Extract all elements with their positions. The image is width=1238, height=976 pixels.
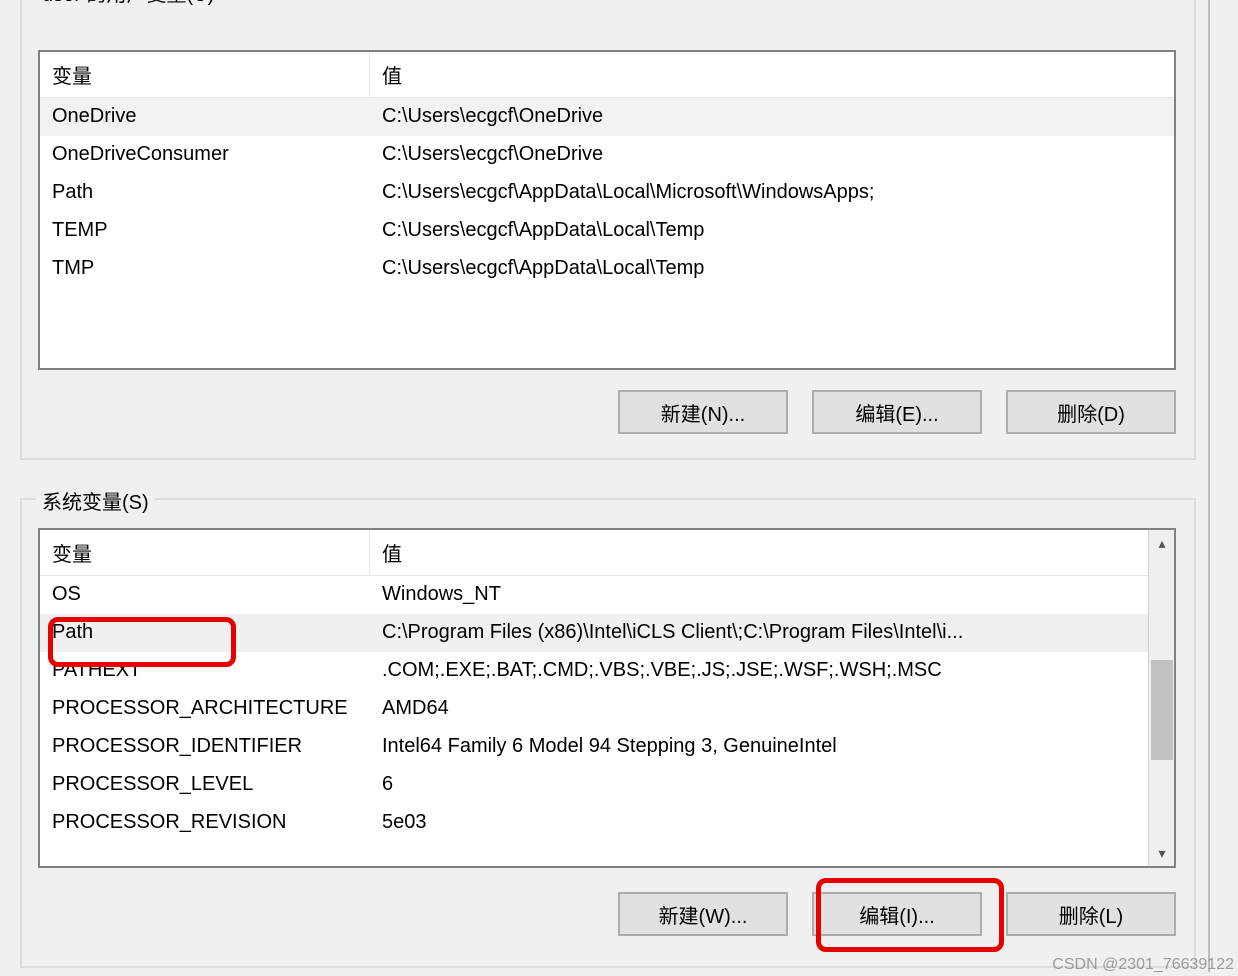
table-row[interactable]: TMPC:\Users\ecgcf\AppData\Local\Temp [40,250,1174,288]
table-row[interactable]: PROCESSOR_REVISION5e03 [40,804,1174,842]
row-value: AMD64 [370,690,1174,728]
system-list-header: 变量 值 [40,530,1174,576]
scroll-down-icon[interactable]: ▾ [1149,840,1175,866]
scroll-thumb[interactable] [1151,660,1173,760]
user-variables-groupbox: user 的用户变量(U) 变量 值 OneDriveC:\Users\ecgc… [20,0,1196,460]
row-variable: TEMP [40,212,370,250]
system-new-button[interactable]: 新建(W)... [618,892,788,936]
row-value: 6 [370,766,1174,804]
row-variable: PROCESSOR_REVISION [40,804,370,842]
row-variable: Path [40,174,370,212]
row-value: C:\Users\ecgcf\AppData\Local\Temp [370,250,1174,288]
table-row[interactable]: OneDriveC:\Users\ecgcf\OneDrive [40,98,1174,136]
table-row[interactable]: PathC:\Users\ecgcf\AppData\Local\Microso… [40,174,1174,212]
table-row[interactable]: PROCESSOR_ARCHITECTUREAMD64 [40,690,1174,728]
user-delete-button[interactable]: 删除(D) [1006,390,1176,434]
row-variable: PROCESSOR_LEVEL [40,766,370,804]
user-variables-list[interactable]: 变量 值 OneDriveC:\Users\ecgcf\OneDriveOneD… [38,50,1176,370]
system-header-value[interactable]: 值 [370,530,1174,575]
user-header-variable[interactable]: 变量 [40,52,370,97]
user-new-button[interactable]: 新建(N)... [618,390,788,434]
table-row[interactable]: PathC:\Program Files (x86)\Intel\iCLS Cl… [40,614,1174,652]
system-buttons: 新建(W)... 编辑(I)... 删除(L) [618,892,1176,936]
table-row[interactable]: TEMPC:\Users\ecgcf\AppData\Local\Temp [40,212,1174,250]
row-value: 5e03 [370,804,1174,842]
row-value: C:\Users\ecgcf\OneDrive [370,136,1174,174]
row-value: C:\Users\ecgcf\OneDrive [370,98,1174,136]
row-variable: PROCESSOR_ARCHITECTURE [40,690,370,728]
row-value: Windows_NT [370,576,1174,614]
user-edit-button[interactable]: 编辑(E)... [812,390,982,434]
user-list-header: 变量 值 [40,52,1174,98]
system-edit-button[interactable]: 编辑(I)... [812,892,982,936]
scroll-up-icon[interactable]: ▴ [1149,530,1175,556]
row-value: C:\Program Files (x86)\Intel\iCLS Client… [370,614,1174,652]
row-variable: OS [40,576,370,614]
table-row[interactable]: PROCESSOR_LEVEL6 [40,766,1174,804]
table-row[interactable]: OneDriveConsumerC:\Users\ecgcf\OneDrive [40,136,1174,174]
system-variables-title: 系统变量(S) [36,486,155,515]
system-scrollbar[interactable]: ▴ ▾ [1148,530,1174,866]
user-buttons: 新建(N)... 编辑(E)... 删除(D) [618,390,1176,434]
user-header-value[interactable]: 值 [370,52,1174,97]
row-variable: Path [40,614,370,652]
system-variables-groupbox: 系统变量(S) 变量 值 OSWindows_NTPathC:\Program … [20,498,1196,968]
row-value: .COM;.EXE;.BAT;.CMD;.VBS;.VBE;.JS;.JSE;.… [370,652,1174,690]
row-value: C:\Users\ecgcf\AppData\Local\Temp [370,212,1174,250]
environment-variables-dialog: user 的用户变量(U) 变量 值 OneDriveC:\Users\ecgc… [0,0,1210,972]
table-row[interactable]: OSWindows_NT [40,576,1174,614]
table-row[interactable]: PATHEXT.COM;.EXE;.BAT;.CMD;.VBS;.VBE;.JS… [40,652,1174,690]
row-variable: PROCESSOR_IDENTIFIER [40,728,370,766]
table-row[interactable]: PROCESSOR_IDENTIFIERIntel64 Family 6 Mod… [40,728,1174,766]
row-value: Intel64 Family 6 Model 94 Stepping 3, Ge… [370,728,1174,766]
system-header-variable[interactable]: 变量 [40,530,370,575]
row-value: C:\Users\ecgcf\AppData\Local\Microsoft\W… [370,174,1174,212]
row-variable: OneDrive [40,98,370,136]
system-variables-list[interactable]: 变量 值 OSWindows_NTPathC:\Program Files (x… [38,528,1176,868]
row-variable: TMP [40,250,370,288]
system-delete-button[interactable]: 删除(L) [1006,892,1176,936]
row-variable: OneDriveConsumer [40,136,370,174]
row-variable: PATHEXT [40,652,370,690]
user-variables-title: user 的用户变量(U) [36,0,220,7]
